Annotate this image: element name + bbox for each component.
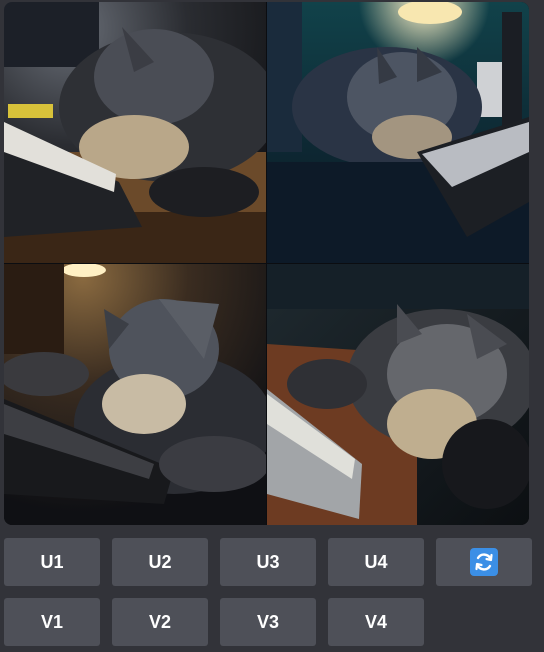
upscale-3-button[interactable]: U3 <box>220 538 316 586</box>
image-grid[interactable] <box>4 2 529 525</box>
image-tile-2[interactable] <box>267 2 529 263</box>
dog-image-4 <box>267 264 529 525</box>
upscale-1-button[interactable]: U1 <box>4 538 100 586</box>
upscale-2-button[interactable]: U2 <box>112 538 208 586</box>
reroll-button[interactable] <box>436 538 532 586</box>
generation-result: U1 U2 U3 U4 V1 V2 V3 V4 <box>0 0 544 652</box>
upscale-4-button[interactable]: U4 <box>328 538 424 586</box>
variation-3-button[interactable]: V3 <box>220 598 316 646</box>
image-tile-1[interactable] <box>4 2 266 263</box>
variation-2-button[interactable]: V2 <box>112 598 208 646</box>
dog-image-1 <box>4 2 266 263</box>
dog-image-3 <box>4 264 266 525</box>
image-tile-4[interactable] <box>267 264 529 525</box>
refresh-icon <box>470 548 498 576</box>
variation-1-button[interactable]: V1 <box>4 598 100 646</box>
dog-image-2 <box>267 2 529 263</box>
variation-4-button[interactable]: V4 <box>328 598 424 646</box>
image-tile-3[interactable] <box>4 264 266 525</box>
